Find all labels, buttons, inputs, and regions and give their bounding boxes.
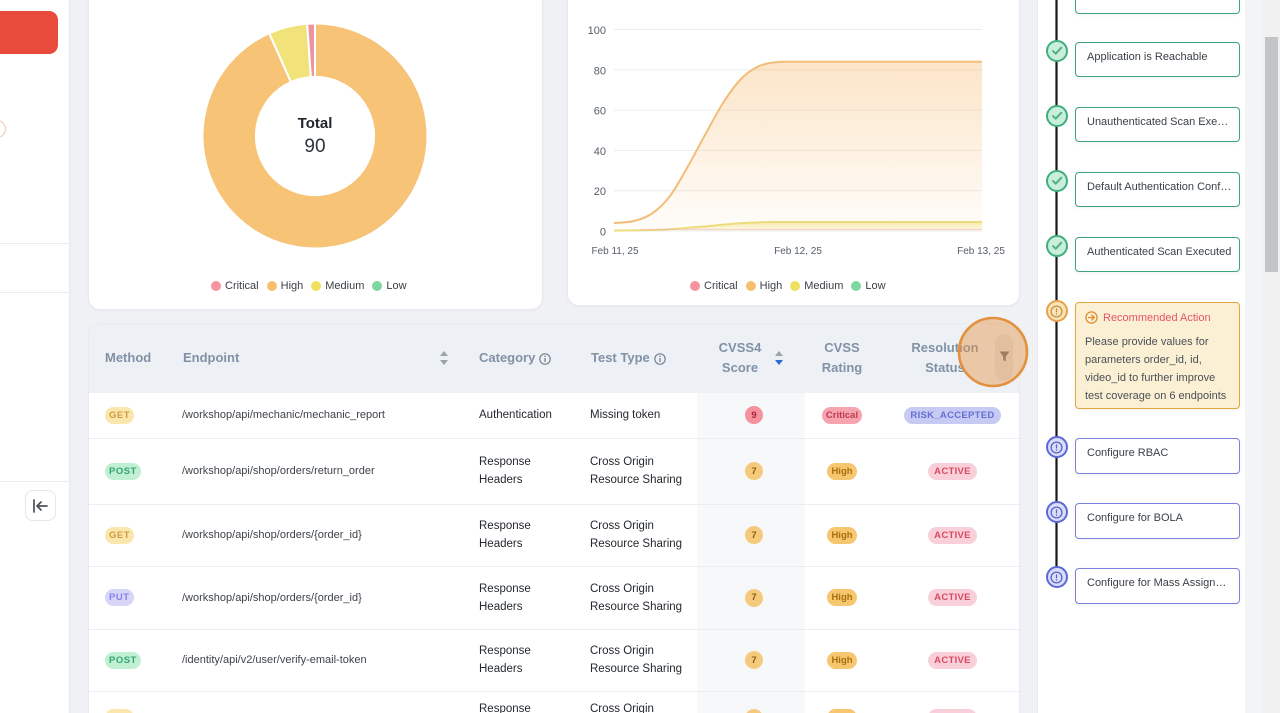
svg-text:Feb 12, 25: Feb 12, 25 [774, 246, 822, 257]
svg-text:100: 100 [588, 25, 606, 37]
svg-text:60: 60 [594, 106, 606, 118]
svg-text:Feb 13, 25: Feb 13, 25 [957, 246, 1005, 257]
svg-text:Feb 11, 25: Feb 11, 25 [591, 246, 639, 257]
svg-text:40: 40 [594, 146, 606, 158]
svg-text:20: 20 [594, 186, 606, 198]
svg-text:0: 0 [600, 227, 606, 239]
svg-text:80: 80 [594, 65, 606, 77]
